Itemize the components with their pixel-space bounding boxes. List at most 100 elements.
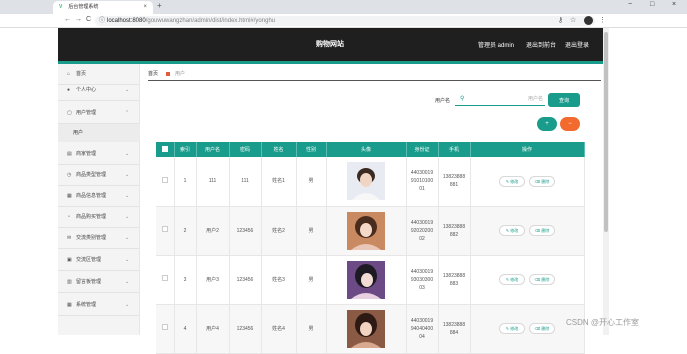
address-bar-row: ← → C ⓘ localhost:8080/gouwuwangzhan/adm… — [0, 14, 687, 28]
clock-icon: ◷ — [67, 172, 72, 178]
delete-button[interactable]: ⌫ 删除 — [529, 175, 555, 187]
row-checkbox[interactable] — [161, 275, 168, 281]
row-checkbox[interactable] — [161, 176, 168, 183]
window-close-button[interactable]: × — [672, 1, 676, 8]
table-row: 2 用户2 123456 姓名2 男 44030019 92020200 02 13… — [156, 206, 585, 256]
cell-gender: 男 — [296, 206, 327, 256]
grid-icon: ▦ — [67, 193, 72, 199]
row-checkbox[interactable] — [161, 226, 168, 232]
page-margin-left — [0, 28, 58, 335]
edit-button[interactable]: ✎ 修改 — [499, 225, 525, 236]
chevron-down-icon: ⌄ — [125, 257, 130, 263]
search-input[interactable] — [469, 94, 543, 104]
chevron-down-icon: ⌄ — [125, 172, 130, 178]
phone-line: 13823888 — [442, 321, 466, 328]
cell-phone: 13823888 882 — [438, 206, 471, 256]
cell-username: 用户3 — [196, 255, 230, 305]
header-select-all[interactable] — [156, 142, 175, 157]
user-table: 索引 用户名 密码 姓名 性别 头像 身份证 手机 操作 1 111 111 姓… — [156, 142, 585, 354]
sidebar-item-personal[interactable]: ● 个人中心 ⌄ — [58, 80, 140, 101]
sidebar-item-product-info[interactable]: ▦ 商品信息管理 ⌄ — [58, 186, 140, 207]
select-all-checkbox[interactable] — [161, 145, 168, 152]
sidebar-item-product-types[interactable]: ◷ 商品类型管理 ⌄ — [58, 165, 140, 186]
reload-button[interactable]: C — [86, 16, 91, 23]
table-header-row: 索引 用户名 密码 姓名 性别 头像 身份证 手机 操作 — [156, 142, 585, 157]
scrollbar-thumb[interactable] — [604, 32, 608, 232]
phone-line: 881 — [449, 182, 459, 189]
browser-menu-icon[interactable]: ⋮ — [599, 16, 606, 24]
idcard-line: 03 — [419, 284, 425, 291]
cell-phone: 13823888 881 — [438, 157, 471, 207]
edit-button[interactable]: ✎ 修改 — [499, 323, 525, 334]
cell-avatar — [326, 255, 407, 305]
breadcrumb-separator — [166, 71, 171, 76]
delete-button[interactable]: ⌫ 删除 — [529, 323, 555, 334]
cell-actions: ✎ 修改 ⌫ 删除 — [470, 157, 585, 207]
watermark: CSDN @开心工作室 — [566, 318, 640, 327]
search-label: 用户名 — [435, 98, 451, 104]
row-select-cell[interactable] — [156, 157, 175, 207]
sidebar-item-system[interactable]: ▦ 系统管理 ⌄ — [58, 295, 140, 316]
sidebar-subitem-user[interactable]: 用户 — [58, 124, 140, 142]
cell-password: 123456 — [229, 206, 262, 256]
avatar-photo — [347, 260, 385, 299]
exit-to-front-link[interactable]: 退出到前台 — [526, 40, 556, 49]
profile-avatar[interactable] — [584, 16, 593, 25]
row-select-cell[interactable] — [156, 304, 175, 354]
cell-username: 111 — [196, 157, 230, 207]
cell-avatar — [326, 157, 407, 207]
sidebar-item-exchange-area[interactable]: ▣ 交流区管理 ⌄ — [58, 250, 140, 271]
sidebar-item-users[interactable]: ▢ 用户管理 ⌃ — [58, 103, 140, 124]
cell-avatar — [326, 304, 407, 354]
chart-icon: ◔ — [67, 214, 71, 220]
cell-actions: ✎ 修改 ⌫ 删除 — [470, 206, 585, 256]
cell-index: 3 — [174, 255, 197, 305]
idcard-line: 44030019 — [410, 268, 434, 275]
cell-name: 姓名2 — [261, 206, 297, 256]
sidebar-item-merchants[interactable]: ▤ 商家管理 ⌄ — [58, 144, 140, 165]
new-tab-button[interactable]: + — [157, 1, 162, 10]
idcard-line: 93030300 — [410, 276, 434, 283]
logout-link[interactable]: 退出登录 — [565, 40, 589, 49]
key-icon[interactable]: ⚷ — [558, 16, 563, 24]
user-icon: ● — [67, 87, 71, 93]
maximize-button[interactable]: □ — [650, 1, 654, 8]
back-button[interactable]: ← — [64, 16, 71, 23]
settings-icon: ▦ — [67, 302, 72, 308]
phone-line: 884 — [449, 329, 459, 336]
url-field[interactable]: ⓘ localhost:8080/gouwuwangzhan/admin/dis… — [95, 16, 595, 26]
phone-line: 882 — [449, 231, 459, 238]
sidebar-item-guestbook[interactable]: ▥ 留言板管理 ⌄ — [58, 272, 140, 293]
browser-tab[interactable]: V 后台管理系统 × — [53, 1, 153, 14]
breadcrumb-home[interactable]: 首页 — [148, 71, 158, 77]
row-select-cell[interactable] — [156, 255, 175, 305]
url-host: localhost:8080 — [107, 18, 146, 24]
sidebar-item-label: 交流类别管理 — [76, 235, 107, 241]
edit-button[interactable]: ✎ 修改 — [499, 175, 525, 187]
row-select-cell[interactable] — [156, 206, 175, 256]
edit-button[interactable]: ✎ 修改 — [499, 274, 525, 285]
forward-button[interactable]: → — [75, 16, 82, 23]
delete-button[interactable]: ⌫ 删除 — [529, 225, 555, 236]
cell-gender: 男 — [296, 304, 327, 354]
row-checkbox[interactable] — [161, 324, 168, 330]
minimize-button[interactable]: − — [628, 1, 632, 8]
table-row: 4 用户4 123456 姓名4 男 44030019 94040400 04 13… — [156, 304, 585, 354]
sidebar-item-label: 用户管理 — [76, 110, 97, 116]
tab-close-icon[interactable]: × — [143, 1, 147, 14]
batch-delete-button[interactable]: − — [560, 117, 580, 131]
star-icon[interactable]: ☆ — [570, 16, 576, 24]
cell-idcard: 44030019 92020200 02 — [406, 206, 439, 256]
delete-button[interactable]: ⌫ 删除 — [529, 274, 555, 285]
table-row: 3 用户3 123456 姓名3 男 44030019 93030300 03 13… — [156, 255, 585, 305]
main-content: 首页 用户 用户名 ⚲ 查询 + − 索引 用户名 密码 姓名 性别 头像 身份证… — [140, 64, 603, 354]
sidebar-item-purchases[interactable]: ◔ 商品购买管理 ⌄ — [58, 207, 140, 228]
sidebar-item-exchange-categories[interactable]: ✉ 交流类别管理 ⌄ — [58, 228, 140, 249]
cell-idcard: 44030019 93030300 03 — [406, 255, 439, 305]
avatar-photo — [347, 211, 385, 250]
site-info-icon[interactable]: ⓘ — [99, 16, 105, 26]
column-header: 操作 — [470, 142, 585, 157]
search-button[interactable]: 查询 — [548, 93, 580, 107]
add-button[interactable]: + — [537, 117, 557, 131]
cell-gender: 男 — [296, 255, 327, 305]
